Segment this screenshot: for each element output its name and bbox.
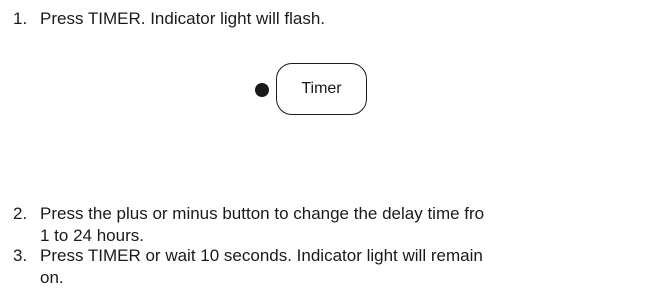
step-text: Press TIMER or wait 10 seconds. Indicato… [40, 246, 483, 265]
step-text-continuation: 1 to 24 hours. [40, 226, 144, 245]
indicator-light-icon [255, 83, 269, 97]
timer-button[interactable]: Timer [276, 63, 367, 115]
step-number: 2. [13, 204, 28, 223]
step-number: 3. [13, 246, 28, 265]
step-text: Press TIMER. Indicator light will flash. [40, 9, 325, 28]
step-text: Press the plus or minus button to change… [40, 204, 485, 223]
step-text-continuation: on. [40, 268, 64, 287]
step-number: 1. [13, 9, 28, 28]
